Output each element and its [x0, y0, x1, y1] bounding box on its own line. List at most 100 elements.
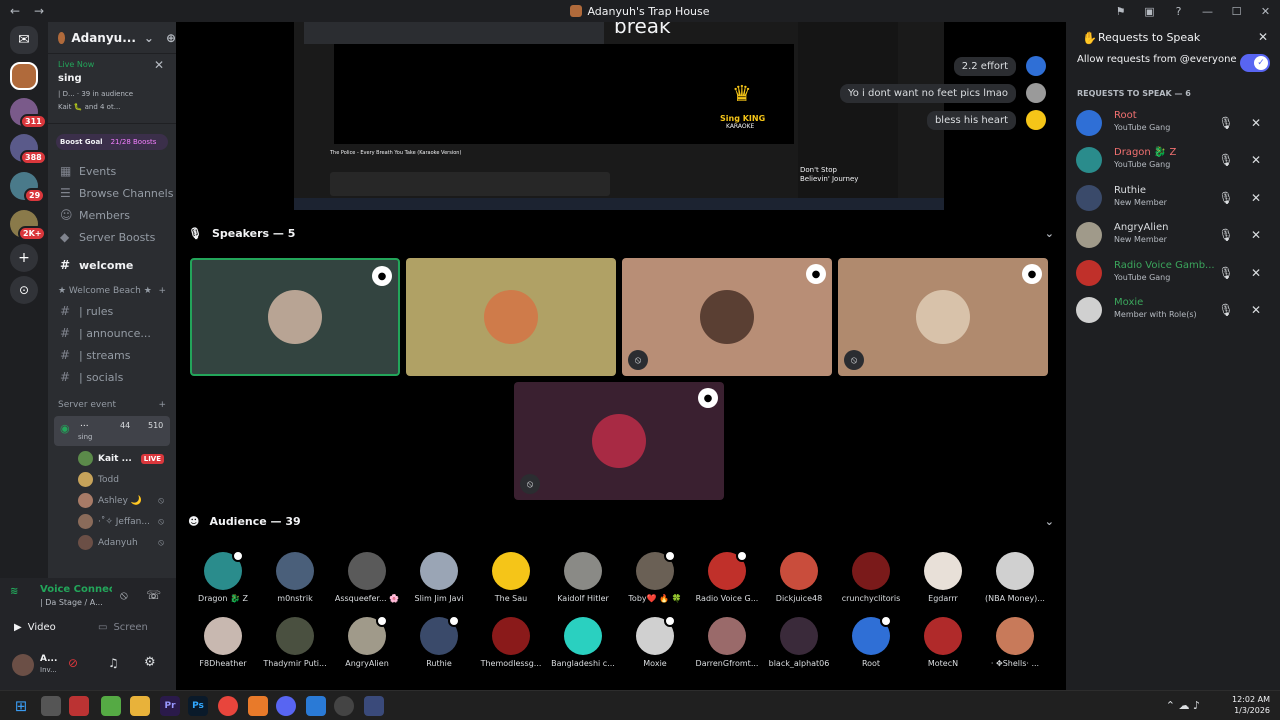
avatar[interactable]	[12, 654, 34, 676]
windows-start-icon[interactable]: ⊞	[11, 696, 31, 716]
photoshop-icon[interactable]: Ps	[188, 696, 208, 716]
minimize-icon[interactable]: —	[1193, 5, 1222, 18]
channel-streams[interactable]: # | streams	[48, 344, 176, 366]
audience-member[interactable]: Bangladeshi c...	[547, 617, 619, 668]
audience-member[interactable]: Assqueefer... 🌸	[331, 552, 403, 603]
server-header[interactable]: Adanyu... ⌄ ⊕	[48, 22, 176, 54]
chevron-down-icon[interactable]: ⌄	[1045, 515, 1054, 528]
app-icon[interactable]	[364, 696, 384, 716]
speaker-tile[interactable]: ● ⦸	[514, 382, 724, 500]
dismiss-request-icon[interactable]: ✕	[1246, 150, 1266, 170]
noise-suppression-icon[interactable]: ⦸	[120, 588, 128, 603]
speakers-header[interactable]: 🎙︎ Speakers — 5 ⌄	[188, 222, 1054, 244]
audience-member[interactable]: Dickjuice48	[763, 552, 835, 603]
voice-channel[interactable]: | Da Stage / A...	[40, 598, 112, 607]
obs-icon[interactable]	[334, 696, 354, 716]
request-item[interactable]: AngryAlien New Member 🎙︎ ✕	[1074, 217, 1274, 254]
menu-server-boosts[interactable]: ◆ Server Boosts	[48, 226, 176, 248]
audience-member[interactable]: Themodlessg...	[475, 617, 547, 668]
channel-welcome[interactable]: # welcome	[48, 254, 176, 276]
audience-member[interactable]: Slim Jim Javi	[403, 552, 475, 603]
inbox-icon[interactable]: ⚑	[1106, 5, 1135, 18]
audience-member[interactable]: black_alphat06	[763, 617, 835, 668]
audience-member[interactable]: Ruthie	[403, 615, 475, 668]
plus-icon[interactable]: +	[158, 400, 166, 410]
audience-member[interactable]: · ✥Shells· ...	[979, 617, 1051, 668]
audience-member[interactable]: Root	[835, 615, 907, 668]
clock[interactable]: 12:02 AM 1/3/2026	[1232, 694, 1270, 716]
audience-member[interactable]: Radio Voice G...	[691, 550, 763, 603]
channel-socials[interactable]: # | socials	[48, 366, 176, 388]
audience-header[interactable]: ☻ Audience — 39 ⌄	[188, 510, 1054, 532]
chat-avatar[interactable]	[1026, 83, 1046, 103]
dismiss-request-icon[interactable]: ✕	[1246, 300, 1266, 320]
disconnect-icon[interactable]: ☏	[146, 588, 161, 602]
settings-gear-icon[interactable]: ⚙	[144, 655, 156, 670]
speaker-tile[interactable]	[406, 258, 616, 376]
audience-member[interactable]: Moxie	[619, 615, 691, 668]
invite-to-speak-icon[interactable]: 🎙︎	[1216, 300, 1236, 320]
forward-arrow-icon[interactable]: →	[30, 4, 48, 18]
audience-member[interactable]: Egdarrr	[907, 552, 979, 603]
discover-icon[interactable]: ⊙	[10, 276, 38, 304]
task-view-icon[interactable]	[41, 696, 61, 716]
live-now-card[interactable]: Live Now ✕ sing | D... · 39 in audience …	[48, 54, 176, 124]
app-icon[interactable]	[306, 696, 326, 716]
category-welcome-beach[interactable]: ★ Welcome Beach ★ +	[48, 282, 176, 300]
audience-member[interactable]: AngryAlien	[331, 615, 403, 668]
audience-member[interactable]: DarrenGfromt...	[691, 617, 763, 668]
request-item[interactable]: Radio Voice Gamb... YouTube Gang 🎙︎ ✕	[1074, 255, 1274, 292]
category-server-event[interactable]: Server event +	[48, 396, 176, 414]
audience-member[interactable]: The Sau	[475, 552, 547, 603]
allow-requests-toggle[interactable]: ✓	[1240, 54, 1270, 72]
menu-browse-channels[interactable]: ☰ Browse Channels	[48, 182, 176, 204]
dismiss-request-icon[interactable]: ✕	[1246, 263, 1266, 283]
voice-user[interactable]: Todd	[48, 469, 176, 490]
dismiss-request-icon[interactable]: ✕	[1246, 225, 1266, 245]
request-item[interactable]: Moxie Member with Role(s) 🎙︎ ✕	[1074, 292, 1274, 329]
channel-rules[interactable]: # | rules	[48, 300, 176, 322]
muted-mic-icon[interactable]: ⊘	[68, 656, 78, 670]
back-arrow-icon[interactable]: ←	[6, 4, 24, 18]
help-icon[interactable]: ?	[1164, 5, 1193, 18]
discord-home-icon[interactable]: ✉	[10, 26, 38, 54]
close-icon[interactable]: ✕	[1258, 30, 1268, 44]
audience-member[interactable]: MotecN	[907, 617, 979, 668]
menu-members[interactable]: ☺ Members	[48, 204, 176, 226]
plus-icon[interactable]: +	[158, 286, 166, 296]
app-icon[interactable]	[248, 696, 268, 716]
request-item[interactable]: Ruthie New Member 🎙︎ ✕	[1074, 180, 1274, 217]
nvidia-icon[interactable]	[101, 696, 121, 716]
menu-events[interactable]: ▦ Events	[48, 160, 176, 182]
system-tray[interactable]: ⌃ ☁ ♪	[1166, 699, 1200, 712]
screen-button[interactable]: ▭ Screen	[98, 616, 172, 638]
speaker-tile[interactable]: ● ⦸	[838, 258, 1048, 376]
speaker-tile[interactable]: ● ⦸	[622, 258, 832, 376]
voice-user[interactable]: ·˚✧ Jeffan... ⦸	[48, 511, 176, 532]
add-server-icon[interactable]: +	[10, 244, 38, 272]
screen-share-stream[interactable]: break ♛ Sing KING KARAOKE Don't Stop Bel…	[294, 22, 944, 210]
chrome-icon[interactable]	[218, 696, 238, 716]
close-icon[interactable]: ✕	[1251, 5, 1280, 18]
request-item[interactable]: Root YouTube Gang 🎙︎ ✕	[1074, 105, 1274, 142]
audience-member[interactable]: Toby❤️ 🔥 🍀	[619, 550, 691, 603]
app-icon[interactable]	[69, 696, 89, 716]
premiere-icon[interactable]: Pr	[160, 696, 180, 716]
audience-member[interactable]: Thadymir Puti...	[259, 617, 331, 668]
voice-user[interactable]: Kait ... LIVE	[48, 448, 176, 469]
server-adanyuh[interactable]	[10, 62, 38, 90]
audience-member[interactable]: Kaidolf Hitler	[547, 552, 619, 603]
invite-to-speak-icon[interactable]: 🎙︎	[1216, 225, 1236, 245]
voice-user[interactable]: Adanyuh ⦸	[48, 532, 176, 553]
close-icon[interactable]: ✕	[154, 58, 164, 72]
add-friend-icon[interactable]: ⊕	[166, 31, 176, 45]
voice-user[interactable]: Ashley 🌙 ⦸	[48, 490, 176, 511]
audience-member[interactable]: Dragon 🐉 Z	[187, 550, 259, 603]
pip-icon[interactable]: ▣	[1135, 5, 1164, 18]
chat-avatar[interactable]	[1026, 110, 1046, 130]
video-button[interactable]: ▶ Video	[14, 616, 88, 638]
invite-to-speak-icon[interactable]: 🎙︎	[1216, 113, 1236, 133]
chat-avatar[interactable]	[1026, 56, 1046, 76]
audience-member[interactable]: (NBA Money)...	[979, 552, 1051, 603]
speaker-tile[interactable]: ●	[190, 258, 400, 376]
